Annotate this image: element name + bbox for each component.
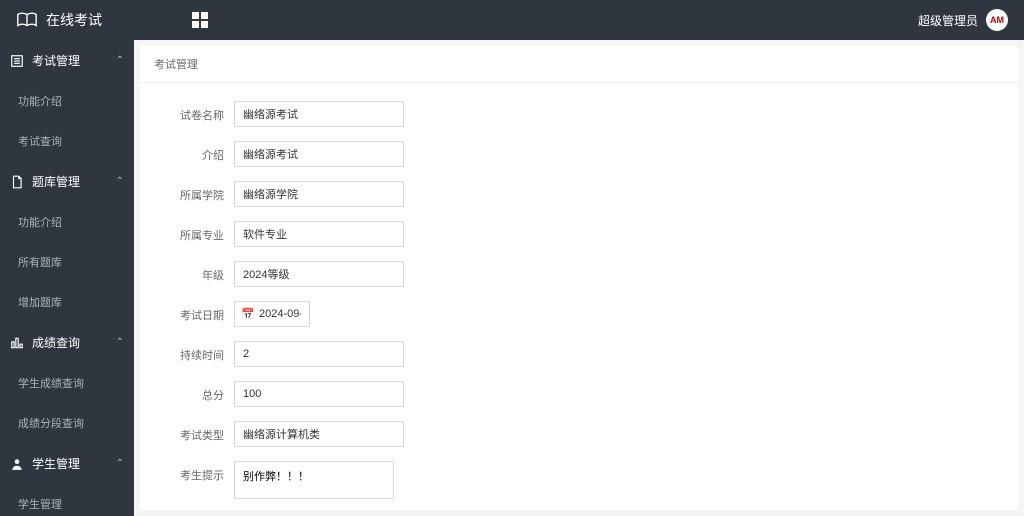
doc-icon [10, 175, 24, 189]
sidebar-section-student[interactable]: 学生管理 ⌃ [0, 443, 134, 484]
input-major[interactable] [234, 221, 404, 247]
sidebar-item-exam-intro[interactable]: 功能介绍 [0, 81, 134, 121]
input-grade[interactable] [234, 261, 404, 287]
list-icon [10, 54, 24, 68]
book-icon [16, 9, 38, 31]
label-grade: 年级 [170, 261, 224, 283]
chevron-up-icon: ⌃ [116, 55, 124, 66]
label-exam-name: 试卷名称 [170, 101, 224, 123]
header: 在线考试 超级管理员 AM [0, 0, 1024, 40]
input-intro[interactable] [234, 141, 404, 167]
brand[interactable]: 在线考试 [16, 9, 102, 31]
brand-text: 在线考试 [46, 10, 102, 30]
sidebar-item-question-all[interactable]: 所有题库 [0, 242, 134, 282]
sidebar-item-student-manage[interactable]: 学生管理 [0, 484, 134, 516]
sidebar-section-exam[interactable]: 考试管理 ⌃ [0, 40, 134, 81]
chevron-up-icon: ⌃ [116, 176, 124, 187]
input-total-score[interactable] [234, 381, 404, 407]
label-total-score: 总分 [170, 381, 224, 403]
label-exam-type: 考试类型 [170, 421, 224, 443]
chevron-up-icon: ⌃ [116, 337, 124, 348]
user-icon [10, 457, 24, 471]
sidebar-item-score-segment[interactable]: 成绩分段查询 [0, 403, 134, 443]
label-college: 所属学院 [170, 181, 224, 203]
sidebar-item-question-add[interactable]: 增加题库 [0, 282, 134, 322]
input-college[interactable] [234, 181, 404, 207]
apps-icon[interactable] [192, 12, 208, 28]
input-exam-date[interactable] [234, 301, 310, 327]
form: 试卷名称 介绍 所属学院 所属专业 年级 考试日期 [140, 83, 1018, 510]
main: 考试管理 试卷名称 介绍 所属学院 所属专业 年级 [140, 46, 1018, 510]
label-duration: 持续时间 [170, 341, 224, 363]
sidebar-item-score-student[interactable]: 学生成绩查询 [0, 363, 134, 403]
sidebar-item-question-intro[interactable]: 功能介绍 [0, 202, 134, 242]
label-intro: 介绍 [170, 141, 224, 163]
label-tips: 考生提示 [170, 461, 224, 483]
chart-icon [10, 336, 24, 350]
input-exam-name[interactable] [234, 101, 404, 127]
input-duration[interactable] [234, 341, 404, 367]
user-name: 超级管理员 [918, 12, 978, 29]
label-exam-date: 考试日期 [170, 301, 224, 323]
chevron-up-icon: ⌃ [116, 458, 124, 469]
user-menu[interactable]: 超级管理员 AM [918, 9, 1008, 31]
avatar: AM [986, 9, 1008, 31]
sidebar: 考试管理 ⌃ 功能介绍 考试查询 题库管理 ⌃ 功能介绍 所有题库 增加题库 成… [0, 40, 134, 516]
sidebar-item-exam-query[interactable]: 考试查询 [0, 121, 134, 161]
sidebar-section-question[interactable]: 题库管理 ⌃ [0, 161, 134, 202]
sidebar-section-score[interactable]: 成绩查询 ⌃ [0, 322, 134, 363]
input-exam-type[interactable] [234, 421, 404, 447]
input-tips[interactable] [234, 461, 394, 499]
breadcrumb: 考试管理 [140, 46, 1018, 83]
label-major: 所属专业 [170, 221, 224, 243]
